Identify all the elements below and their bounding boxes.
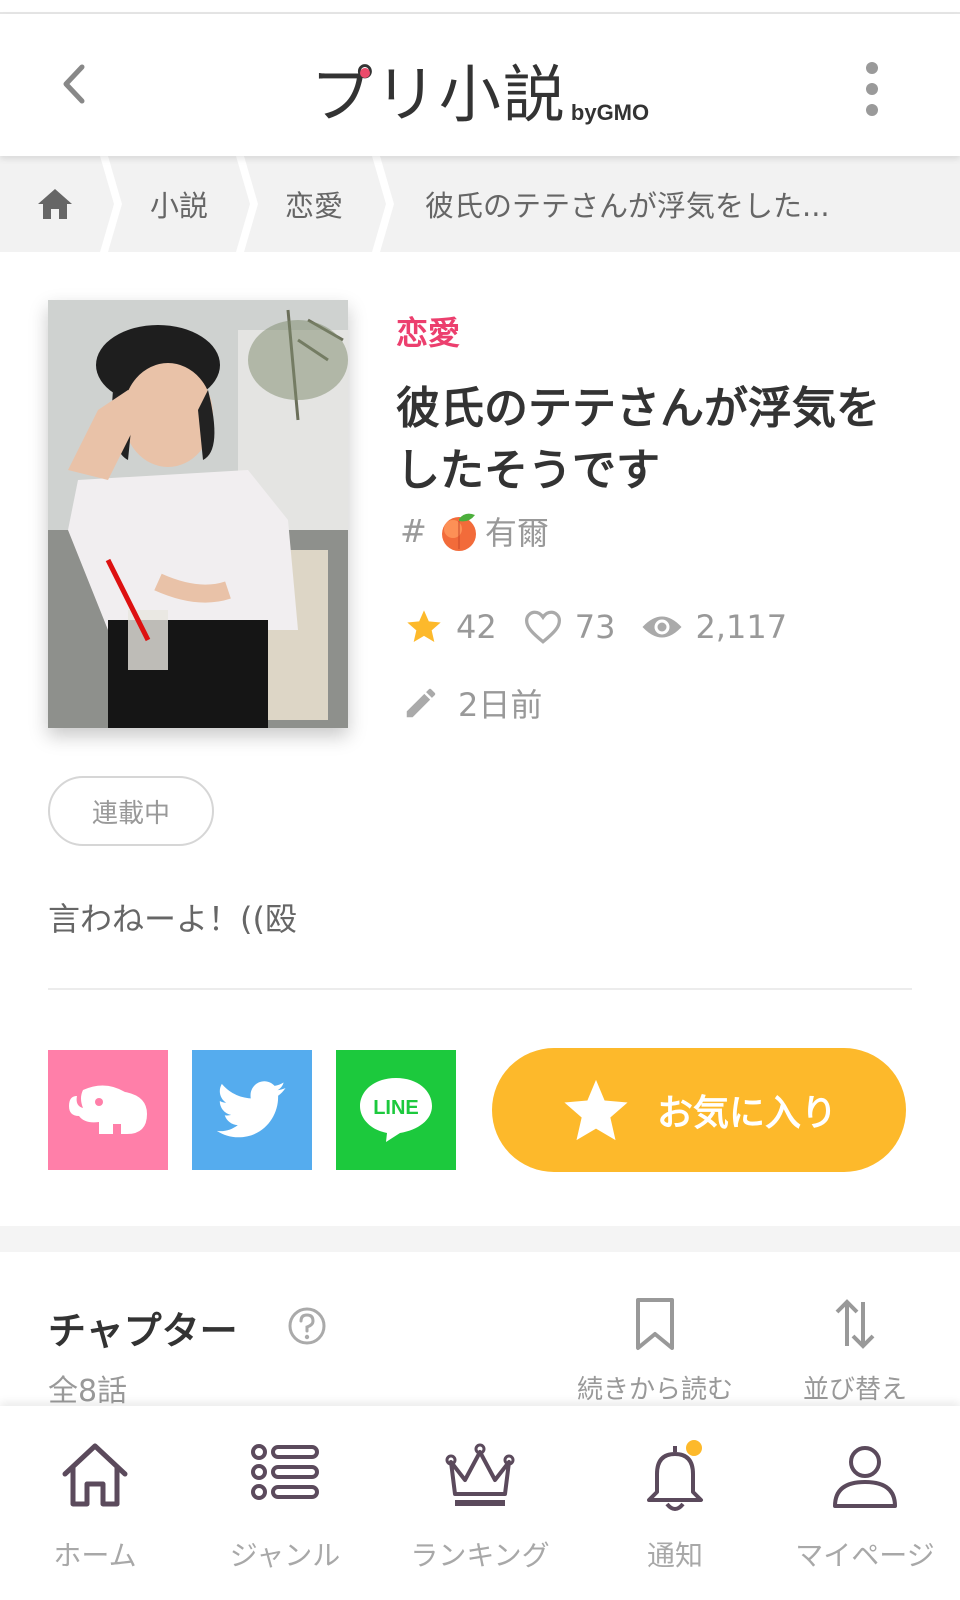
notification-badge bbox=[686, 1440, 702, 1456]
breadcrumb-item-genre[interactable]: 恋愛 bbox=[285, 156, 343, 252]
sort-label: 並び替え bbox=[802, 1375, 907, 1405]
logo-text: プリ小説 bbox=[310, 58, 567, 131]
bottom-tab-bar: ホーム ジャンル ランキング 通知 マイページ bbox=[0, 1406, 960, 1600]
star-icon bbox=[407, 610, 441, 642]
favorite-button[interactable]: お気に入り bbox=[492, 1048, 906, 1172]
stars-stat: 42 bbox=[404, 607, 497, 647]
tab-label: ホーム bbox=[53, 1539, 137, 1572]
tab-label: 通知 bbox=[646, 1539, 703, 1572]
author-name: 有爾 bbox=[484, 514, 549, 552]
breadcrumb-item-current: 彼氏のテテさんが浮気をした... bbox=[425, 189, 830, 223]
app-header: プリ小説 byGMO bbox=[0, 14, 960, 156]
resume-reading-button[interactable]: 続きから読む bbox=[560, 1296, 750, 1406]
tab-label: ジャンル bbox=[229, 1539, 341, 1572]
sort-button[interactable]: 並び替え bbox=[790, 1296, 920, 1406]
stars-count: 42 bbox=[456, 608, 497, 646]
status-badge: 連載中 bbox=[48, 776, 214, 846]
tab-genre[interactable]: ジャンル bbox=[210, 1406, 360, 1600]
tab-mypage[interactable]: マイページ bbox=[780, 1406, 950, 1600]
divider bbox=[48, 988, 912, 990]
book-description: 言わねーよ！((殴 bbox=[48, 900, 297, 938]
home-icon bbox=[62, 1443, 128, 1507]
status-strip bbox=[0, 0, 960, 14]
share-twitter-button[interactable] bbox=[192, 1050, 312, 1170]
book-title: 彼氏のテテさんが浮気をしたそうです bbox=[396, 383, 880, 496]
views-count: 2,117 bbox=[695, 608, 788, 646]
more-menu-button[interactable] bbox=[860, 62, 884, 118]
book-stats: 42 73 2,117 bbox=[404, 605, 813, 649]
breadcrumb-item-novel[interactable]: 小説 bbox=[150, 156, 208, 252]
tab-ranking[interactable]: ランキング bbox=[395, 1406, 565, 1600]
heart-icon bbox=[524, 610, 561, 644]
home-icon bbox=[38, 189, 72, 219]
app-logo[interactable]: プリ小説 byGMO bbox=[0, 44, 960, 131]
resume-label: 続きから読む bbox=[576, 1375, 733, 1405]
share-line-button[interactable]: LINE bbox=[336, 1050, 456, 1170]
book-cover-image[interactable] bbox=[48, 300, 348, 728]
breadcrumb-separator bbox=[372, 156, 394, 252]
breadcrumb-separator bbox=[236, 156, 258, 252]
favorite-label: お気に入り bbox=[656, 1093, 837, 1134]
dot bbox=[866, 104, 878, 116]
tab-label: ランキング bbox=[410, 1539, 550, 1572]
section-separator bbox=[0, 1226, 960, 1252]
sort-arrows-icon bbox=[835, 1299, 875, 1349]
bookmark-icon bbox=[636, 1298, 674, 1350]
crown-icon bbox=[445, 1443, 515, 1506]
eye-icon bbox=[642, 616, 682, 638]
views-stat: 2,117 bbox=[641, 608, 787, 646]
likes-stat: 73 bbox=[523, 608, 616, 646]
dot bbox=[866, 62, 878, 74]
breadcrumb-separator bbox=[100, 156, 122, 252]
likes-count: 73 bbox=[574, 608, 616, 646]
updated-info: 2日前 bbox=[402, 680, 542, 726]
star-icon bbox=[564, 1079, 628, 1141]
book-genre[interactable]: 恋愛 bbox=[396, 308, 460, 354]
logo-dot bbox=[360, 68, 370, 78]
author-hash: # bbox=[400, 512, 427, 550]
tab-home[interactable]: ホーム bbox=[20, 1406, 170, 1600]
share-papu-button[interactable] bbox=[48, 1050, 168, 1170]
tab-label: マイページ bbox=[795, 1539, 935, 1572]
twitter-bird-icon bbox=[217, 1081, 286, 1138]
list-icon bbox=[251, 1444, 319, 1500]
breadcrumb: 小説 恋愛 彼氏のテテさんが浮気をした... bbox=[0, 156, 960, 252]
chapter-heading: チャプター bbox=[48, 1309, 238, 1353]
book-author[interactable]: # 有爾 bbox=[400, 508, 549, 554]
help-icon[interactable] bbox=[287, 1306, 327, 1346]
pencil-icon bbox=[406, 688, 436, 718]
updated-text: 2日前 bbox=[458, 686, 543, 724]
line-logo-text: LINE bbox=[373, 1097, 419, 1119]
breadcrumb-home[interactable] bbox=[36, 156, 74, 252]
peach-icon bbox=[441, 513, 476, 551]
dot bbox=[866, 83, 878, 95]
logo-sub-text: byGMO bbox=[570, 100, 650, 125]
line-icon: LINE bbox=[360, 1078, 432, 1142]
tab-notifications[interactable]: 通知 bbox=[600, 1406, 750, 1600]
elephant-icon bbox=[69, 1085, 147, 1134]
chapter-count: 全8話 bbox=[48, 1374, 128, 1409]
user-icon bbox=[833, 1446, 897, 1508]
